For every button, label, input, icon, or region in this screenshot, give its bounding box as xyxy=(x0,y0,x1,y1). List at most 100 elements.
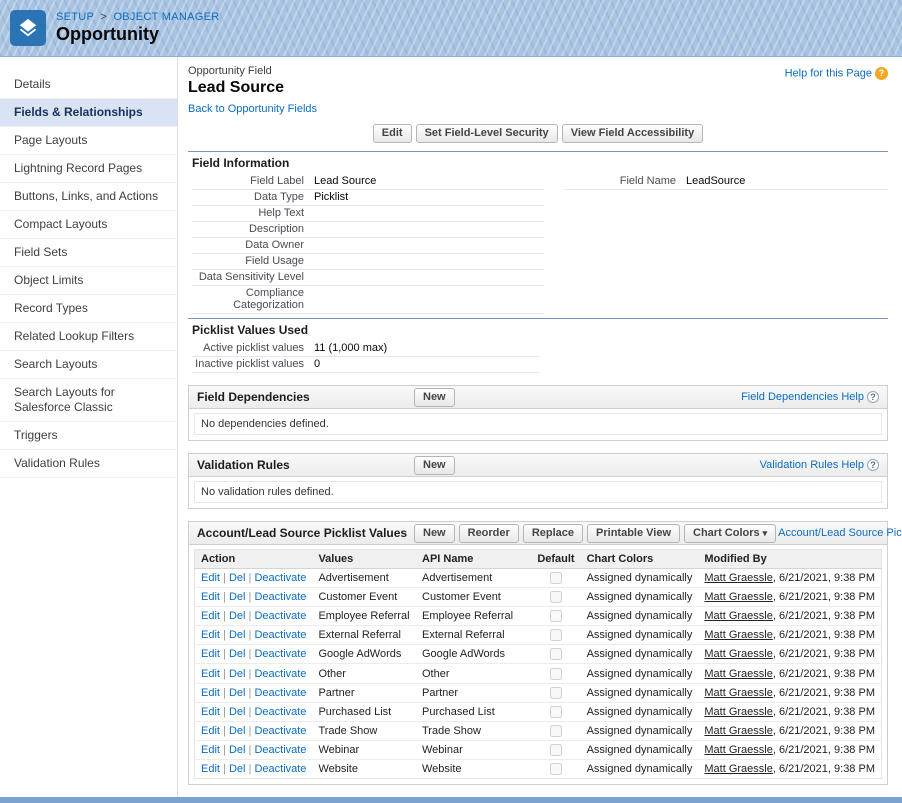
field-dependencies-help-link[interactable]: Field Dependencies Help xyxy=(741,391,864,403)
edit-link[interactable]: Edit xyxy=(201,648,220,660)
edit-link[interactable]: Edit xyxy=(201,629,220,641)
sidebar-item-field-sets[interactable]: Field Sets xyxy=(0,239,177,267)
del-link[interactable]: Del xyxy=(229,572,246,584)
detail-row: Inactive picklist values0 xyxy=(192,357,540,373)
help-icon[interactable]: ? xyxy=(875,67,888,80)
sidebar-item-search-layouts[interactable]: Search Layouts xyxy=(0,351,177,379)
edit-link[interactable]: Edit xyxy=(201,706,220,718)
field-value: Lead Source xyxy=(314,174,376,189)
field-value: 11 (1,000 max) xyxy=(314,341,387,356)
validation-rules-new-button[interactable]: New xyxy=(414,456,455,475)
del-link[interactable]: Del xyxy=(229,744,246,756)
column-header-modified-by[interactable]: Modified By xyxy=(698,550,881,569)
column-header-values[interactable]: Values xyxy=(312,550,416,569)
value-cell: Advertisement xyxy=(312,569,416,588)
deactivate-link[interactable]: Deactivate xyxy=(254,763,306,775)
replace-button[interactable]: Replace xyxy=(523,524,583,543)
edit-link[interactable]: Edit xyxy=(201,668,220,680)
sidebar-item-validation-rules[interactable]: Validation Rules xyxy=(0,450,177,478)
view-field-accessibility-button[interactable]: View Field Accessibility xyxy=(562,124,704,143)
del-link[interactable]: Del xyxy=(229,687,246,699)
del-link[interactable]: Del xyxy=(229,763,246,775)
sidebar-item-object-limits[interactable]: Object Limits xyxy=(0,267,177,295)
picklist-row: Edit | Del | DeactivateEmployee Referral… xyxy=(195,607,882,626)
modified-by-link[interactable]: Matt Graessle xyxy=(704,629,772,641)
set-field-level-security-button[interactable]: Set Field-Level Security xyxy=(416,124,558,143)
deactivate-link[interactable]: Deactivate xyxy=(254,572,306,584)
del-link[interactable]: Del xyxy=(229,591,246,603)
detail-row xyxy=(564,205,888,220)
del-link[interactable]: Del xyxy=(229,648,246,660)
edit-link[interactable]: Edit xyxy=(201,687,220,699)
default-checkbox xyxy=(550,744,562,756)
help-for-this-page-link[interactable]: Help for this Page xyxy=(785,67,872,79)
sidebar-item-fields-relationships[interactable]: Fields & Relationships xyxy=(0,99,177,127)
deactivate-link[interactable]: Deactivate xyxy=(254,668,306,680)
deactivate-link[interactable]: Deactivate xyxy=(254,648,306,660)
deactivate-link[interactable]: Deactivate xyxy=(254,591,306,603)
chart-colors-cell: Assigned dynamically xyxy=(581,721,699,740)
default-checkbox xyxy=(550,763,562,775)
deactivate-link[interactable]: Deactivate xyxy=(254,687,306,699)
column-header-chart-colors[interactable]: Chart Colors xyxy=(581,550,699,569)
modified-by-link[interactable]: Matt Graessle xyxy=(704,610,772,622)
sidebar-item-buttons-links-and-actions[interactable]: Buttons, Links, and Actions xyxy=(0,183,177,211)
del-link[interactable]: Del xyxy=(229,706,246,718)
sidebar-item-triggers[interactable]: Triggers xyxy=(0,422,177,450)
back-to-fields-link[interactable]: Back to Opportunity Fields xyxy=(188,103,317,115)
deactivate-link[interactable]: Deactivate xyxy=(254,629,306,641)
column-header-api-name[interactable]: API Name xyxy=(416,550,531,569)
default-cell xyxy=(531,740,580,759)
modified-by-link[interactable]: Matt Graessle xyxy=(704,648,772,660)
modified-by-link[interactable]: Matt Graessle xyxy=(704,572,772,584)
modified-by-link[interactable]: Matt Graessle xyxy=(704,591,772,603)
modified-date: , 6/21/2021, 9:38 PM xyxy=(773,591,875,603)
sidebar-item-compact-layouts[interactable]: Compact Layouts xyxy=(0,211,177,239)
modified-by-link[interactable]: Matt Graessle xyxy=(704,744,772,756)
modified-by-link[interactable]: Matt Graessle xyxy=(704,763,772,775)
new-button[interactable]: New xyxy=(414,524,455,543)
field-dependencies-new-button[interactable]: New xyxy=(414,388,455,407)
help-icon[interactable]: ? xyxy=(867,459,879,471)
edit-link[interactable]: Edit xyxy=(201,744,220,756)
deactivate-link[interactable]: Deactivate xyxy=(254,610,306,622)
edit-link[interactable]: Edit xyxy=(201,572,220,584)
edit-button[interactable]: Edit xyxy=(373,124,412,143)
modified-by-link[interactable]: Matt Graessle xyxy=(704,668,772,680)
sidebar-item-record-types[interactable]: Record Types xyxy=(0,295,177,323)
edit-link[interactable]: Edit xyxy=(201,591,220,603)
edit-link[interactable]: Edit xyxy=(201,610,220,622)
modified-by-link[interactable]: Matt Graessle xyxy=(704,706,772,718)
deactivate-link[interactable]: Deactivate xyxy=(254,744,306,756)
column-header-action[interactable]: Action xyxy=(195,550,313,569)
deactivate-link[interactable]: Deactivate xyxy=(254,706,306,718)
breadcrumb-object-manager-link[interactable]: OBJECT MANAGER xyxy=(113,11,219,23)
del-link[interactable]: Del xyxy=(229,629,246,641)
deactivate-link[interactable]: Deactivate xyxy=(254,725,306,737)
edit-link[interactable]: Edit xyxy=(201,725,220,737)
detail-row xyxy=(564,190,888,205)
printable-view-button[interactable]: Printable View xyxy=(587,524,680,543)
picklist-row: Edit | Del | DeactivateGoogle AdWordsGoo… xyxy=(195,645,882,664)
reorder-button[interactable]: Reorder xyxy=(459,524,519,543)
help-icon[interactable]: ? xyxy=(867,391,879,403)
validation-rules-help-link[interactable]: Validation Rules Help xyxy=(760,459,864,471)
api-name-cell: Other xyxy=(416,664,531,683)
breadcrumb-setup-link[interactable]: SETUP xyxy=(56,11,94,23)
edit-link[interactable]: Edit xyxy=(201,763,220,775)
chart-colors-dropdown[interactable]: Chart Colors▾ xyxy=(684,524,776,543)
del-link[interactable]: Del xyxy=(229,610,246,622)
del-link[interactable]: Del xyxy=(229,725,246,737)
sidebar-item-search-layouts-for-salesforce-classic[interactable]: Search Layouts for Salesforce Classic xyxy=(0,379,177,422)
del-link[interactable]: Del xyxy=(229,668,246,680)
sidebar-item-related-lookup-filters[interactable]: Related Lookup Filters xyxy=(0,323,177,351)
column-header-default[interactable]: Default xyxy=(531,550,580,569)
modified-by-link[interactable]: Matt Graessle xyxy=(704,725,772,737)
sidebar-item-lightning-record-pages[interactable]: Lightning Record Pages xyxy=(0,155,177,183)
field-label: Help Text xyxy=(192,206,314,221)
field-value: Picklist xyxy=(314,190,348,205)
modified-by-link[interactable]: Matt Graessle xyxy=(704,687,772,699)
sidebar-item-details[interactable]: Details xyxy=(0,71,177,99)
picklist-values-help-link[interactable]: Account/Lead Source Picklist Values Help xyxy=(778,527,902,539)
sidebar-item-page-layouts[interactable]: Page Layouts xyxy=(0,127,177,155)
